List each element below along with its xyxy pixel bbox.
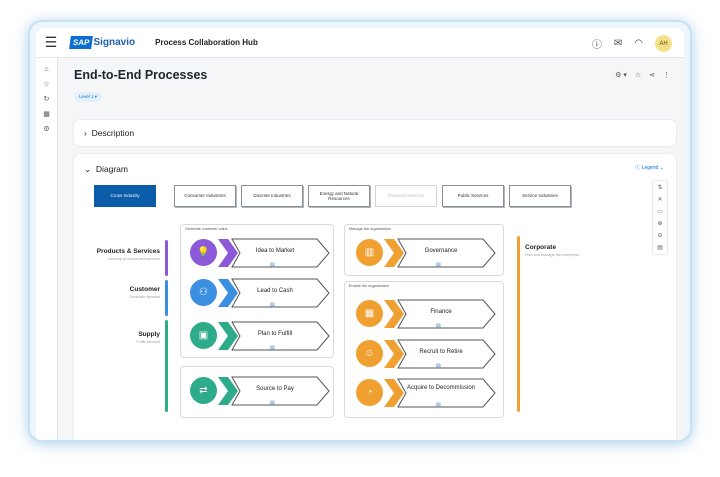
home-icon[interactable]: ⌂ (36, 62, 57, 77)
legend-button[interactable]: ⓘ Legend ⌄ (635, 164, 664, 171)
print-icon[interactable]: ▤ (657, 244, 663, 251)
signavio-logo[interactable]: SAP Signavio (69, 36, 136, 49)
plan-icon: ▣ (190, 322, 217, 349)
page-actions: ⚙ ▾ ☆ ⋖ ⋮ (615, 71, 670, 79)
diagram-link-icon[interactable]: ▤ (270, 400, 275, 406)
diagram-link-icon[interactable]: ▤ (270, 302, 275, 308)
row-label-supply: Supply Fulfill demand (94, 331, 160, 344)
hub-title: Process Collaboration Hub (155, 38, 258, 47)
favorite-icon[interactable]: ☆ (635, 71, 641, 79)
diagram-link-icon[interactable]: ▤ (436, 363, 441, 369)
industry-filter: Cross Industry Consumer Industries Discr… (94, 185, 571, 207)
diagram-panel: ⌄ Diagram ⓘ Legend ⌄ Cross Industry Cons… (74, 154, 676, 440)
legend-label: Legend (641, 165, 659, 171)
description-header[interactable]: › Description (84, 128, 134, 138)
industry-chip-public[interactable]: Public Services (442, 185, 504, 207)
page-title: End-to-End Processes (74, 68, 208, 82)
asset-icon: ◔ (356, 379, 383, 406)
row-supply-sub: Fulfill demand (136, 340, 160, 344)
group-manage-label: Manage the organization (349, 227, 391, 231)
row-label-products: Products & Services Develop products and… (94, 248, 160, 261)
headset-icon[interactable]: ◠ (634, 38, 643, 49)
more-icon[interactable]: ⋮ (663, 71, 670, 79)
grid-icon[interactable]: ▦ (36, 107, 57, 122)
row-label-customer: Customer Generate demand (94, 286, 160, 299)
finance-icon: ▦ (356, 300, 383, 327)
diagram-link-icon[interactable]: ▤ (436, 262, 441, 268)
level-chip-label: Level 1 (79, 94, 94, 99)
process-label: Plan to Fulfill (257, 331, 293, 337)
left-nav: ⌂ ☆ ↻ ▦ ⚙ (36, 58, 58, 440)
diagram-link-icon[interactable]: ▤ (270, 345, 275, 351)
industry-chip-service[interactable]: Service Industries (509, 185, 571, 207)
process-label: Finance (430, 309, 452, 315)
industry-chip-consumer[interactable]: Consumer Industries (174, 185, 236, 207)
diagram-link-icon[interactable]: ▤ (436, 402, 441, 408)
row-corporate-title: Corporate (525, 244, 557, 251)
row-label-corporate: Corporate Plan and manage the enterprise (525, 244, 579, 257)
fit-icon[interactable]: ▭ (657, 208, 663, 215)
diagram-header[interactable]: ⌄ Diagram (84, 164, 128, 175)
level-chip[interactable]: Level 1 ▾ (74, 92, 103, 102)
industry-chip-discrete[interactable]: Discrete Industries (241, 185, 303, 207)
industry-chip-financial: Financial Services (375, 185, 437, 207)
zoom-in-icon[interactable]: ⊕ (657, 220, 662, 227)
diagram-link-icon[interactable]: ▤ (270, 262, 275, 268)
sort-icon[interactable]: ⇅ (657, 184, 662, 191)
lightbulb-icon: 💡 (190, 239, 217, 266)
favorites-icon[interactable]: ☆ (36, 77, 57, 92)
governance-icon: ▥ (356, 239, 383, 266)
collapse-icon[interactable]: ✕ (657, 196, 662, 203)
row-customer-sub: Generate demand (129, 295, 160, 299)
person-icon: ☺ (356, 340, 383, 367)
top-actions: ⓘ ✉ ◠ AH (592, 35, 672, 52)
process-label: Acquire to Decommission (406, 385, 476, 391)
row-bar-products (165, 240, 168, 276)
row-bar-customer (165, 280, 168, 316)
row-bar-supply (165, 320, 168, 412)
industry-chip-energy[interactable]: Energy and Natural Resources (308, 185, 370, 207)
process-label: Idea to Market (255, 248, 295, 254)
app-window: ☰ SAP Signavio Process Collaboration Hub… (28, 20, 692, 442)
description-title: Description (91, 128, 135, 138)
people-icon: ⚇ (190, 279, 217, 306)
process-label: Lead to Cash (257, 288, 293, 294)
history-icon[interactable]: ↻ (36, 92, 57, 107)
settings-dropdown-icon[interactable]: ⚙ ▾ (615, 71, 627, 79)
process-label: Governance (424, 248, 458, 254)
row-customer-title: Customer (129, 286, 160, 293)
handshake-icon: ⇄ (190, 377, 217, 404)
settings-icon[interactable]: ⚙ (36, 122, 57, 137)
app-shell: ☰ SAP Signavio Process Collaboration Hub… (36, 28, 684, 440)
page-content: End-to-End Processes ⚙ ▾ ☆ ⋖ ⋮ Level 1 ▾… (58, 58, 684, 440)
help-icon[interactable]: ⓘ (592, 36, 602, 51)
description-panel[interactable]: › Description (74, 120, 676, 146)
signavio-logo-text: Signavio (93, 37, 136, 48)
process-label: Recruit to Retire (419, 349, 463, 355)
row-corporate-sub: Plan and manage the enterprise (525, 253, 580, 257)
avatar[interactable]: AH (655, 35, 672, 52)
diagram-link-icon[interactable]: ▤ (436, 323, 441, 329)
diagram-title: Diagram (95, 164, 128, 174)
process-label: Source to Pay (256, 386, 294, 392)
top-bar: ☰ SAP Signavio Process Collaboration Hub… (36, 28, 684, 58)
industry-chip-cross[interactable]: Cross Industry (94, 185, 156, 207)
row-supply-title: Supply (138, 331, 160, 338)
row-products-title: Products & Services (96, 248, 160, 255)
sap-logo-text: SAP (69, 36, 94, 49)
row-products-sub: Develop products and services (108, 257, 160, 261)
diagram-toolbar: ⇅ ✕ ▭ ⊕ ⊖ ▤ (652, 180, 668, 255)
menu-icon[interactable]: ☰ (36, 34, 66, 51)
share-icon[interactable]: ⋖ (649, 71, 655, 79)
group-enable-label: Enable the organization (349, 284, 389, 288)
announcements-icon[interactable]: ✉ (614, 38, 622, 49)
group-generate-label: Generate customer value (185, 227, 228, 231)
zoom-out-icon[interactable]: ⊖ (657, 232, 662, 239)
row-bar-corporate (517, 236, 520, 412)
